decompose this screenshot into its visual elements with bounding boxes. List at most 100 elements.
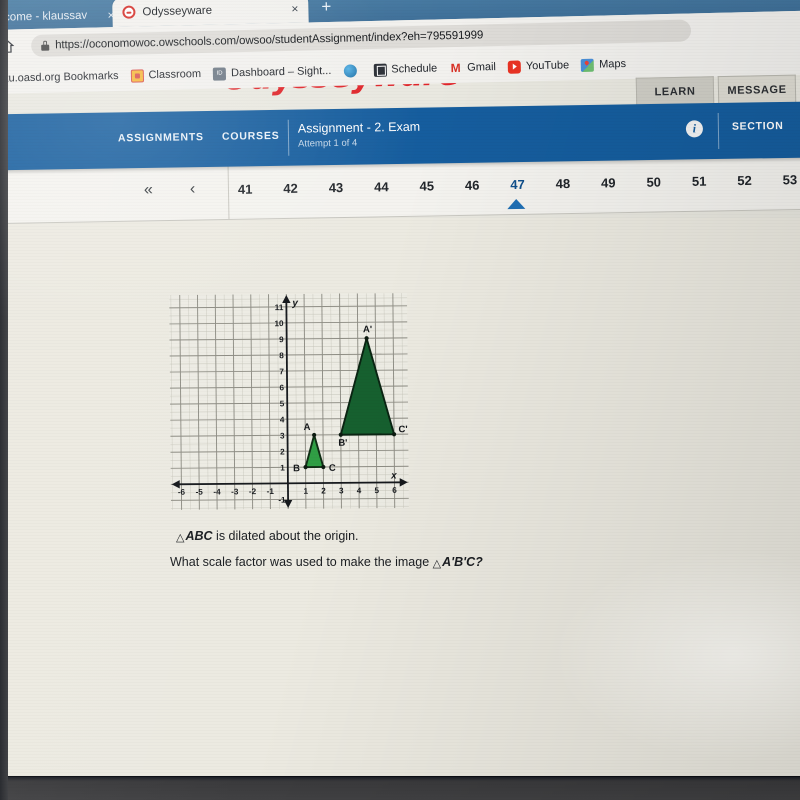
- line2-text: What scale factor was used to make the i…: [170, 555, 433, 569]
- question-content: -6 -5 -4 -3 -2 -1 1 2 3 4 5 6 -1 1 2 3 4 5 6 7 8 9 10 11 B C A B' C…: [0, 218, 800, 778]
- pager-number-41[interactable]: 41: [238, 182, 253, 197]
- y-tick-3: 3: [280, 431, 285, 440]
- pager-number-47[interactable]: 47: [510, 177, 525, 192]
- section-label[interactable]: SECTION: [732, 120, 784, 133]
- x-axis-label: x: [390, 470, 397, 481]
- bookmark-label: Schedule: [391, 62, 438, 76]
- tab-learn[interactable]: LEARN: [635, 76, 715, 106]
- tab-message[interactable]: MESSAGE: [717, 74, 797, 105]
- nav-assignments[interactable]: ASSIGNMENTS: [118, 131, 204, 144]
- bookmark-maps[interactable]: Maps: [580, 57, 627, 72]
- bookmark-globe[interactable]: [343, 63, 361, 78]
- pager-number-49[interactable]: 49: [601, 175, 616, 190]
- pager-number-50[interactable]: 50: [646, 174, 661, 189]
- vertex-label-A: A: [304, 422, 311, 433]
- abc-label: ABC: [185, 529, 213, 543]
- monitor-photo: Odysseyware LEARN MESSAGE Welcome - klau…: [0, 0, 800, 800]
- info-icon[interactable]: i: [685, 120, 704, 138]
- vertex-label-Bp: B': [338, 438, 347, 449]
- x-tick-2: 2: [321, 487, 326, 496]
- vertex-point-Bp: [338, 432, 343, 437]
- pager-number-53[interactable]: 53: [783, 172, 798, 187]
- vertex-point-B: [303, 465, 308, 470]
- x-tick-4: 4: [357, 486, 362, 495]
- question-line-2: What scale factor was used to make the i…: [170, 555, 483, 570]
- schedule-icon: [373, 63, 387, 77]
- vertex-point-A: [312, 432, 317, 438]
- vertex-point-Cp: [391, 432, 397, 437]
- y-tick-4: 4: [280, 415, 285, 424]
- bookmark-gmail[interactable]: M Gmail: [449, 60, 497, 76]
- maps-icon: [580, 58, 595, 72]
- pager-number-43[interactable]: 43: [329, 180, 344, 195]
- pager-number-44[interactable]: 44: [374, 179, 389, 194]
- prev-page-button[interactable]: ‹: [190, 181, 196, 199]
- x-tick-1: 1: [303, 487, 308, 496]
- lock-icon: [41, 40, 50, 51]
- pager-number-46[interactable]: 46: [465, 178, 480, 193]
- current-question-marker: [507, 198, 526, 210]
- y-tick-11: 11: [275, 303, 284, 312]
- bookmark-classroom[interactable]: Classroom: [130, 68, 201, 83]
- vertex-label-Ap: A': [363, 324, 372, 335]
- y-tick--1: -1: [278, 496, 286, 505]
- vertex-point-Ap: [364, 336, 369, 341]
- bookmark-label: Maps: [598, 57, 627, 71]
- y-tick-9: 9: [279, 335, 284, 344]
- pager-number-42[interactable]: 42: [283, 181, 298, 196]
- x-tick--4: -4: [213, 487, 221, 496]
- monitor-bezel-left: [0, 0, 8, 800]
- triangle-glyph: △: [176, 532, 185, 544]
- pager-number-45[interactable]: 45: [419, 178, 434, 193]
- monitor-bezel-bottom: [0, 776, 800, 800]
- url-text: https://oconomowoc.owschools.com/owsoo/s…: [55, 29, 484, 52]
- nav-courses[interactable]: COURSES: [222, 130, 280, 143]
- y-axis-label: y: [291, 298, 298, 309]
- new-tab-button[interactable]: +: [321, 0, 331, 16]
- header-divider-2: [717, 112, 720, 150]
- bookmark-label: Dashboard – Sight...: [230, 64, 332, 80]
- question-line-1: △ABC is dilated about the origin.: [176, 529, 359, 544]
- bookmark-youtube[interactable]: YouTube: [507, 59, 570, 74]
- x-tick--3: -3: [231, 487, 239, 496]
- pager-number-48[interactable]: 48: [556, 176, 571, 191]
- y-tick-7: 7: [279, 367, 284, 376]
- header-divider: [287, 119, 290, 156]
- bookmark-label: stu.oasd.org Bookmarks: [0, 69, 119, 85]
- assignment-title: Assignment - 2. Exam: [297, 119, 421, 136]
- youtube-icon: [507, 59, 522, 74]
- coordinate-graph: -6 -5 -4 -3 -2 -1 1 2 3 4 5 6 -1 1 2 3 4 5 6 7 8 9 10 11 B C A B' C…: [169, 292, 409, 511]
- gmail-icon: M: [450, 60, 461, 76]
- vertex-label-C: C: [329, 463, 336, 474]
- tab-title: Welcome - klaussav: [0, 9, 88, 24]
- first-page-button[interactable]: «: [144, 181, 153, 199]
- y-tick-6: 6: [280, 383, 285, 392]
- pager-divider: [227, 165, 230, 220]
- bookmark-label: YouTube: [525, 59, 570, 73]
- tab-title: Odysseyware: [142, 4, 213, 18]
- bookmark-label: Gmail: [467, 61, 497, 74]
- attempt-text: Attempt 1 of 4: [298, 137, 358, 150]
- dashboard-icon: [212, 66, 227, 81]
- y-tick-10: 10: [274, 319, 284, 328]
- bookmark-schedule[interactable]: Schedule: [373, 62, 437, 77]
- bookmark-label: Classroom: [148, 68, 202, 82]
- bookmark-dashboard[interactable]: Dashboard – Sight...: [212, 64, 332, 81]
- close-icon[interactable]: ×: [291, 1, 298, 15]
- x-tick--6: -6: [178, 488, 186, 497]
- vertex-label-B: B: [293, 463, 300, 474]
- triangle-glyph-2: △: [432, 558, 442, 570]
- line1-rest: is dilated about the origin.: [212, 529, 359, 543]
- vertex-point-C: [321, 464, 326, 470]
- vertex-label-Cp: C': [398, 424, 407, 435]
- bookmark-stu-oasd[interactable]: stu.oasd.org Bookmarks: [0, 70, 119, 85]
- y-tick-8: 8: [279, 351, 284, 360]
- y-tick-5: 5: [280, 399, 285, 408]
- classroom-icon: [130, 68, 144, 83]
- pager-number-52[interactable]: 52: [737, 173, 752, 188]
- pager-number-51[interactable]: 51: [692, 174, 707, 189]
- odysseyware-favicon-icon: [122, 5, 136, 19]
- abc-prime-label: A'B'C?: [442, 555, 483, 569]
- y-tick-1: 1: [280, 464, 285, 473]
- globe-icon: [343, 63, 357, 78]
